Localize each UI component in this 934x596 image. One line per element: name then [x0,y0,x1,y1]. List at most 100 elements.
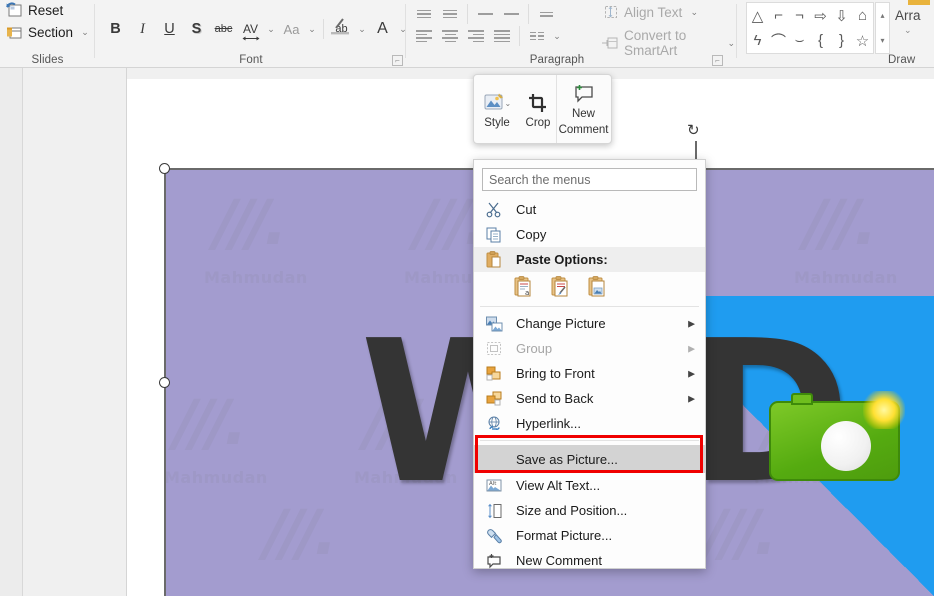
submenu-arrow-icon: ▶ [688,343,695,354]
clipboard-text-icon[interactable]: a [514,276,534,298]
change-case-button[interactable]: Aa [278,16,305,42]
slide-thumbnail-pane[interactable] [23,68,127,596]
new-comment-button[interactable]: New Comment [556,75,610,143]
chevron-down-icon[interactable]: ⌄ [264,24,278,35]
paragraph-dialog-launcher[interactable]: ⌐ [712,55,723,66]
divider [519,26,520,46]
numbering-button[interactable] [437,2,463,26]
font-dialog-launcher[interactable]: ⌐ [392,55,403,66]
menu-item-size-and-position[interactable]: Size and Position... [474,498,705,523]
ribbon-group-label-paragraph: Paragraph [407,54,707,66]
resize-handle-top-left[interactable] [159,163,170,174]
scroll-more-icon[interactable]: ▾ [880,36,884,45]
menu-item-label: Group [516,341,552,356]
smartart-icon [602,35,619,51]
text-highlight-button[interactable]: ab [328,16,355,42]
ribbon-group-drawing: △ ⌐ ¬ ⇨ ⇩ ⌂ ϟ ⌒ ⌣ { } ☆ ▴ ▾ Arra ⌄ Draw [738,0,934,68]
menu-item-change-picture[interactable]: Change Picture ▶ [474,311,705,336]
menu-item-bring-to-front[interactable]: Bring to Front ▶ [474,361,705,386]
italic-button[interactable]: I [129,16,156,42]
rotate-icon[interactable]: ↻ [687,121,700,139]
context-menu[interactable]: Search the menus Cut [473,159,706,569]
increase-indent-button[interactable] [498,2,524,26]
menu-item-send-to-back[interactable]: Send to Back ▶ [474,386,705,411]
underline-button[interactable]: U [156,16,183,42]
shape-elbow-arrow-icon[interactable]: ¬ [795,7,804,24]
align-left-button[interactable] [411,24,437,48]
ribbon-group-label-slides: Slides [0,54,95,66]
text-shadow-button[interactable]: S [183,16,210,42]
chevron-down-icon[interactable]: ⌄ [550,31,564,42]
menu-item-label: Send to Back [516,391,593,406]
chevron-down-icon[interactable]: ⌄ [305,24,319,35]
columns-button[interactable] [524,24,550,48]
shape-scribble-icon[interactable]: ϟ [754,32,762,49]
align-text-label: Align Text [624,5,682,20]
reset-button[interactable]: Reset [6,2,63,18]
submenu-arrow-icon: ▶ [688,368,695,379]
clipboard-brush-icon[interactable] [551,276,571,298]
shapes-gallery-scrollbar[interactable]: ▴ ▾ [875,2,890,54]
line-spacing-button[interactable] [533,2,559,26]
section-button[interactable]: Section ⌄ [6,24,92,40]
shape-down-arrow-icon[interactable]: ⇩ [835,7,848,25]
crop-button[interactable]: Crop [520,75,556,143]
shape-left-brace-icon[interactable]: { [818,32,823,49]
menu-divider [480,440,699,441]
format-picture-icon [484,527,504,545]
menu-item-label: Paste Options: [516,252,608,267]
submenu-arrow-icon: ▶ [688,393,695,404]
menu-item-format-picture[interactable]: Format Picture... [474,523,705,548]
group-separator [405,4,406,58]
shape-elbow-connector-icon[interactable]: ⌐ [774,7,783,24]
decrease-indent-button[interactable] [472,2,498,26]
search-the-menus-input[interactable]: Search the menus [482,168,697,191]
watermark-text: Mahmudan [204,268,308,287]
font-color-button[interactable]: A [369,16,396,42]
section-label: Section [28,25,73,40]
menu-item-view-alt-text[interactable]: Alt View Alt Text... [474,473,705,498]
style-button[interactable]: ⌄ Style [474,75,520,143]
align-center-button[interactable] [437,24,463,48]
menu-item-label: View Alt Text... [516,478,600,493]
shape-folded-corner-icon[interactable]: ⌂ [858,7,867,24]
new-comment-label-line2: Comment [559,124,609,137]
shape-right-arrow-icon[interactable]: ⇨ [814,7,827,25]
menu-item-label: Bring to Front [516,366,595,381]
bold-button[interactable]: B [102,16,129,42]
resize-handle-middle-left[interactable] [159,377,170,388]
menu-item-new-comment[interactable]: New Comment [474,548,705,573]
menu-item-hyperlink[interactable]: Hyperlink... [474,411,705,436]
shape-right-brace-icon[interactable]: } [839,32,844,49]
align-text-button[interactable]: Align Text ⌄ [602,4,701,20]
menu-item-copy[interactable]: Copy [474,222,705,247]
shape-curve-icon[interactable]: ⌣ [795,32,805,49]
chevron-down-icon[interactable]: ⌄ [687,7,701,18]
shapes-gallery[interactable]: △ ⌐ ¬ ⇨ ⇩ ⌂ ϟ ⌒ ⌣ { } ☆ [746,2,874,54]
paste-options-row[interactable]: a [474,272,705,302]
shape-star-icon[interactable]: ☆ [856,32,869,50]
scroll-up-icon[interactable]: ▴ [880,11,884,20]
character-spacing-button[interactable]: AV [237,16,264,42]
change-picture-icon [484,315,504,333]
reset-label: Reset [28,3,63,18]
chevron-down-icon[interactable]: ⌄ [895,25,921,36]
justify-button[interactable] [489,24,515,48]
new-comment-icon [484,552,504,570]
menu-item-cut[interactable]: Cut [474,197,705,222]
chevron-down-icon[interactable]: ⌄ [78,27,92,38]
chevron-down-icon[interactable]: ⌄ [355,24,369,35]
section-icon [6,24,23,40]
copy-icon [484,226,504,244]
bullets-button[interactable] [411,2,437,26]
strikethrough-button[interactable]: abc [210,16,237,42]
camera-viewfinder [791,393,813,405]
clipboard-picture-icon[interactable] [588,276,608,298]
align-right-button[interactable] [463,24,489,48]
menu-item-save-as-picture[interactable]: Save as Picture... [474,445,705,473]
globe-link-icon [484,415,504,433]
arrange-button[interactable]: Arra ⌄ [895,8,921,36]
shape-triangle-icon[interactable]: △ [752,7,764,25]
shape-arc-icon[interactable]: ⌒ [771,30,786,51]
mini-toolbar[interactable]: ⌄ Style Crop New Comment [473,74,612,144]
